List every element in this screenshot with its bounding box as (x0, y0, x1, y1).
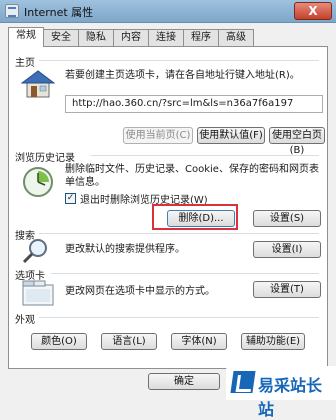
window-title: Internet 属性 (24, 6, 94, 19)
watermark-text: 易采站长站 (258, 376, 323, 419)
languages-button[interactable]: 语言(L) (101, 333, 157, 350)
site-watermark: 易采站长站 (226, 366, 336, 419)
tab-security[interactable]: 安全 (43, 29, 79, 46)
browsing-history-description: 删除临时文件、历史记录、Cookie、保存的密码和网页表单信息。 (65, 164, 319, 188)
history-section-divider (91, 155, 319, 156)
accessibility-button[interactable]: 辅助功能(E) (241, 333, 305, 350)
history-clock-icon (23, 167, 53, 197)
tabs-description: 更改网页在选项卡中显示的方式。 (65, 286, 215, 297)
use-current-page-button[interactable]: 使用当前页(C) (123, 127, 193, 144)
appearance-section-divider (39, 317, 319, 318)
colors-button[interactable]: 颜色(O) (31, 333, 87, 350)
tab-content[interactable]: 内容 (113, 29, 149, 46)
tabs-section-divider (51, 273, 319, 274)
home-page-section-title: 主页 (15, 58, 35, 69)
tab-connections[interactable]: 连接 (148, 29, 184, 46)
house-icon (21, 70, 55, 98)
tab-advanced[interactable]: 高级 (218, 29, 254, 46)
search-settings-button[interactable]: 设置(I) (253, 241, 321, 258)
internet-options-icon (5, 4, 19, 18)
magnifier-icon (22, 239, 47, 264)
search-description: 更改默认的搜索提供程序。 (65, 244, 185, 255)
history-settings-button[interactable]: 设置(S) (253, 210, 321, 227)
fonts-button[interactable]: 字体(N) (171, 333, 227, 350)
appearance-section-title: 外观 (15, 315, 35, 326)
delete-on-exit-checkbox[interactable]: ✓ (65, 193, 76, 204)
home-section-divider (39, 60, 319, 61)
tabs-settings-button[interactable]: 设置(T) (253, 281, 321, 298)
use-default-button[interactable]: 使用默认值(F) (197, 127, 265, 144)
tabbed-window-icon (22, 280, 54, 306)
ok-button[interactable]: 确定 (148, 373, 220, 390)
home-page-description: 若要创建主页选项卡，请在各自地址行键入地址(R)。 (65, 70, 300, 81)
title-bar[interactable]: Internet 属性 X (0, 0, 336, 23)
watermark-logo-icon (230, 371, 256, 393)
use-blank-page-button[interactable]: 使用空白页(B) (269, 127, 325, 156)
home-page-url-field[interactable]: http://hao.360.cn/?src=lm&ls=n36a7f6a197 (65, 95, 323, 113)
tab-strip: 常规 安全 隐私 内容 连接 程序 高级 (8, 27, 254, 47)
highlight-box (152, 204, 238, 230)
tab-programs[interactable]: 程序 (183, 29, 219, 46)
close-button[interactable]: X (294, 2, 332, 20)
tab-privacy[interactable]: 隐私 (78, 29, 114, 46)
browsing-history-section-title: 浏览历史记录 (15, 153, 75, 164)
tab-general[interactable]: 常规 (8, 27, 44, 47)
search-section-divider (39, 233, 319, 234)
